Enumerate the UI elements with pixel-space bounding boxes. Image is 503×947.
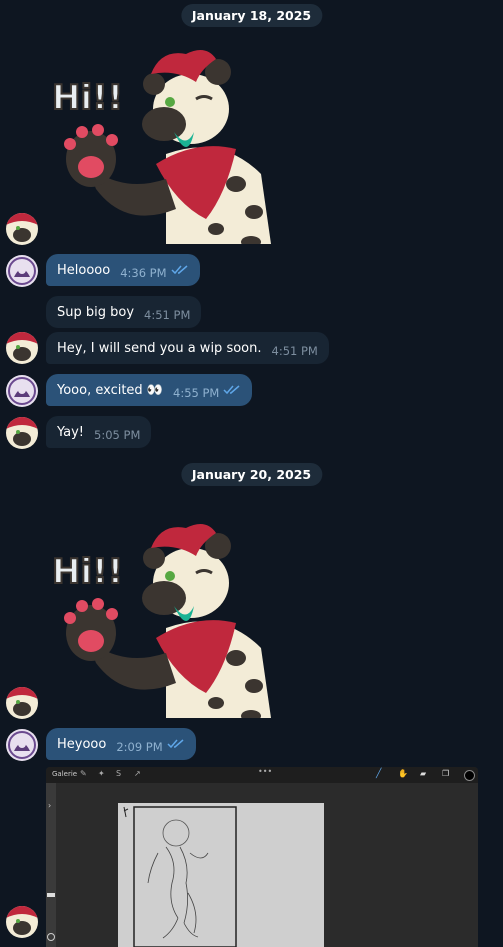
message-bubble[interactable]: Heyooo 2:09 PM	[46, 728, 196, 760]
message-bubble[interactable]: Yay! 5:05 PM	[46, 416, 152, 448]
date-separator: January 20, 2025	[180, 463, 323, 486]
avatar-hyena[interactable]	[6, 213, 38, 245]
avatar-hyena[interactable]	[6, 687, 38, 719]
double-check-icon	[223, 376, 241, 408]
slider-handle	[47, 893, 55, 897]
hyena-sticker[interactable]: Hi!!	[46, 44, 276, 248]
gallery-label: Galerie	[52, 770, 78, 778]
message-bubble[interactable]: Hey, I will send you a wip soon. 4:51 PM	[46, 332, 329, 364]
layers-icon: ❐	[442, 769, 450, 778]
smudge-icon: ✋	[398, 769, 408, 778]
message-text: Yooo, excited 👀	[57, 383, 163, 398]
message-bubble[interactable]: Yooo, excited 👀 4:55 PM	[46, 374, 253, 408]
message-bubble[interactable]: Heloooo 4:36 PM	[46, 254, 200, 286]
date-separator: January 18, 2025	[180, 4, 323, 27]
avatar-hyena[interactable]	[6, 332, 38, 364]
wand-icon: ✦	[98, 769, 105, 778]
transform-icon: ↗	[134, 769, 141, 778]
circle-icon	[47, 933, 55, 941]
sticker-text: Hi!!	[52, 78, 123, 118]
avatar-purple[interactable]	[6, 255, 38, 287]
hyena-sticker[interactable]: Hi!!	[46, 518, 276, 722]
message-text: Sup big boy	[57, 305, 135, 320]
message-bubble[interactable]: Sup big boy 4:51 PM	[46, 296, 202, 328]
sticker-text: Hi!!	[52, 552, 123, 592]
avatar-purple[interactable]	[6, 729, 38, 761]
message-text: Hey, I will send you a wip soon.	[57, 341, 262, 356]
wip-drawing-image[interactable]: Galerie ✎ ✦ S ↗ ••• ╱ ✋ ▰ ❐ ›	[46, 767, 478, 947]
avatar-hyena[interactable]	[6, 417, 38, 449]
message-time: 4:51 PM	[271, 344, 318, 358]
selection-icon: S	[116, 769, 122, 778]
side-bar: ›	[46, 783, 56, 947]
message-time: 4:51 PM	[144, 308, 191, 322]
avatar-hyena[interactable]	[6, 906, 38, 938]
message-text: Yay!	[57, 425, 85, 440]
color-swatch-icon	[464, 770, 475, 781]
message-time: 4:55 PM	[173, 386, 220, 400]
double-check-icon	[171, 256, 189, 288]
avatar-purple[interactable]	[6, 375, 38, 407]
message-time: 2:09 PM	[116, 740, 163, 754]
eraser-icon: ▰	[420, 769, 427, 778]
message-text: Heyooo	[57, 737, 107, 752]
image-toolbar: Galerie ✎ ✦ S ↗ ••• ╱ ✋ ▰ ❐	[46, 767, 478, 783]
double-check-icon	[167, 730, 185, 762]
message-time: 4:36 PM	[120, 266, 167, 280]
message-text: Heloooo	[57, 263, 111, 278]
chevron-right-icon: ›	[48, 801, 52, 810]
canvas	[118, 803, 324, 947]
brush-icon: ╱	[376, 769, 382, 779]
message-time: 5:05 PM	[94, 428, 141, 442]
more-icon: •••	[258, 767, 273, 776]
wrench-icon: ✎	[80, 769, 87, 778]
